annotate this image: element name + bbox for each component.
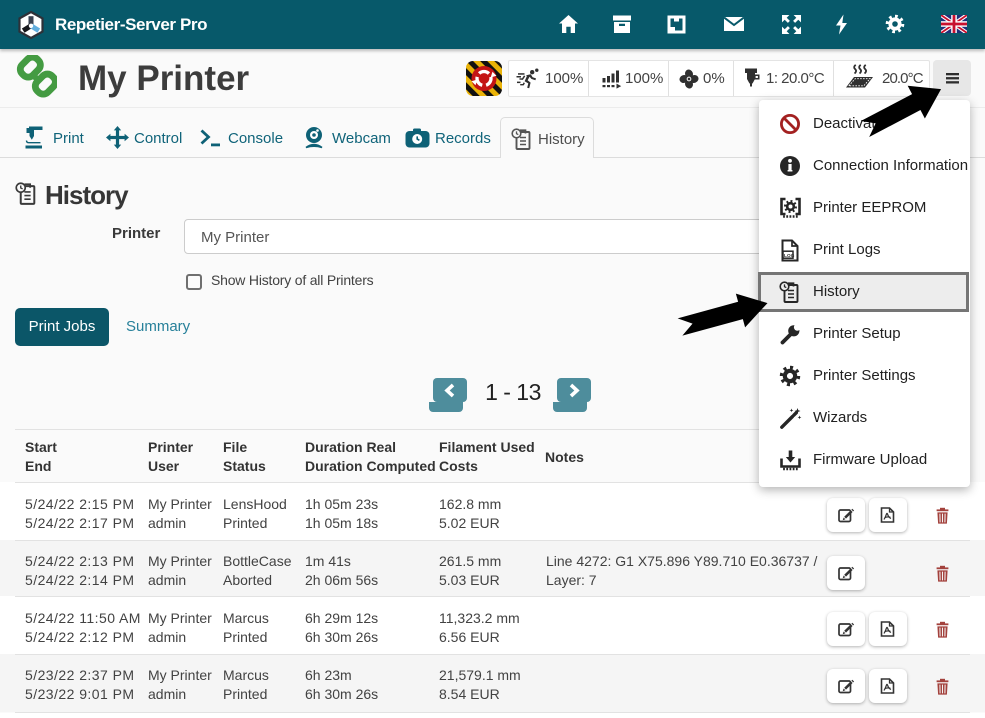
svg-text:LOG: LOG [784,253,795,258]
